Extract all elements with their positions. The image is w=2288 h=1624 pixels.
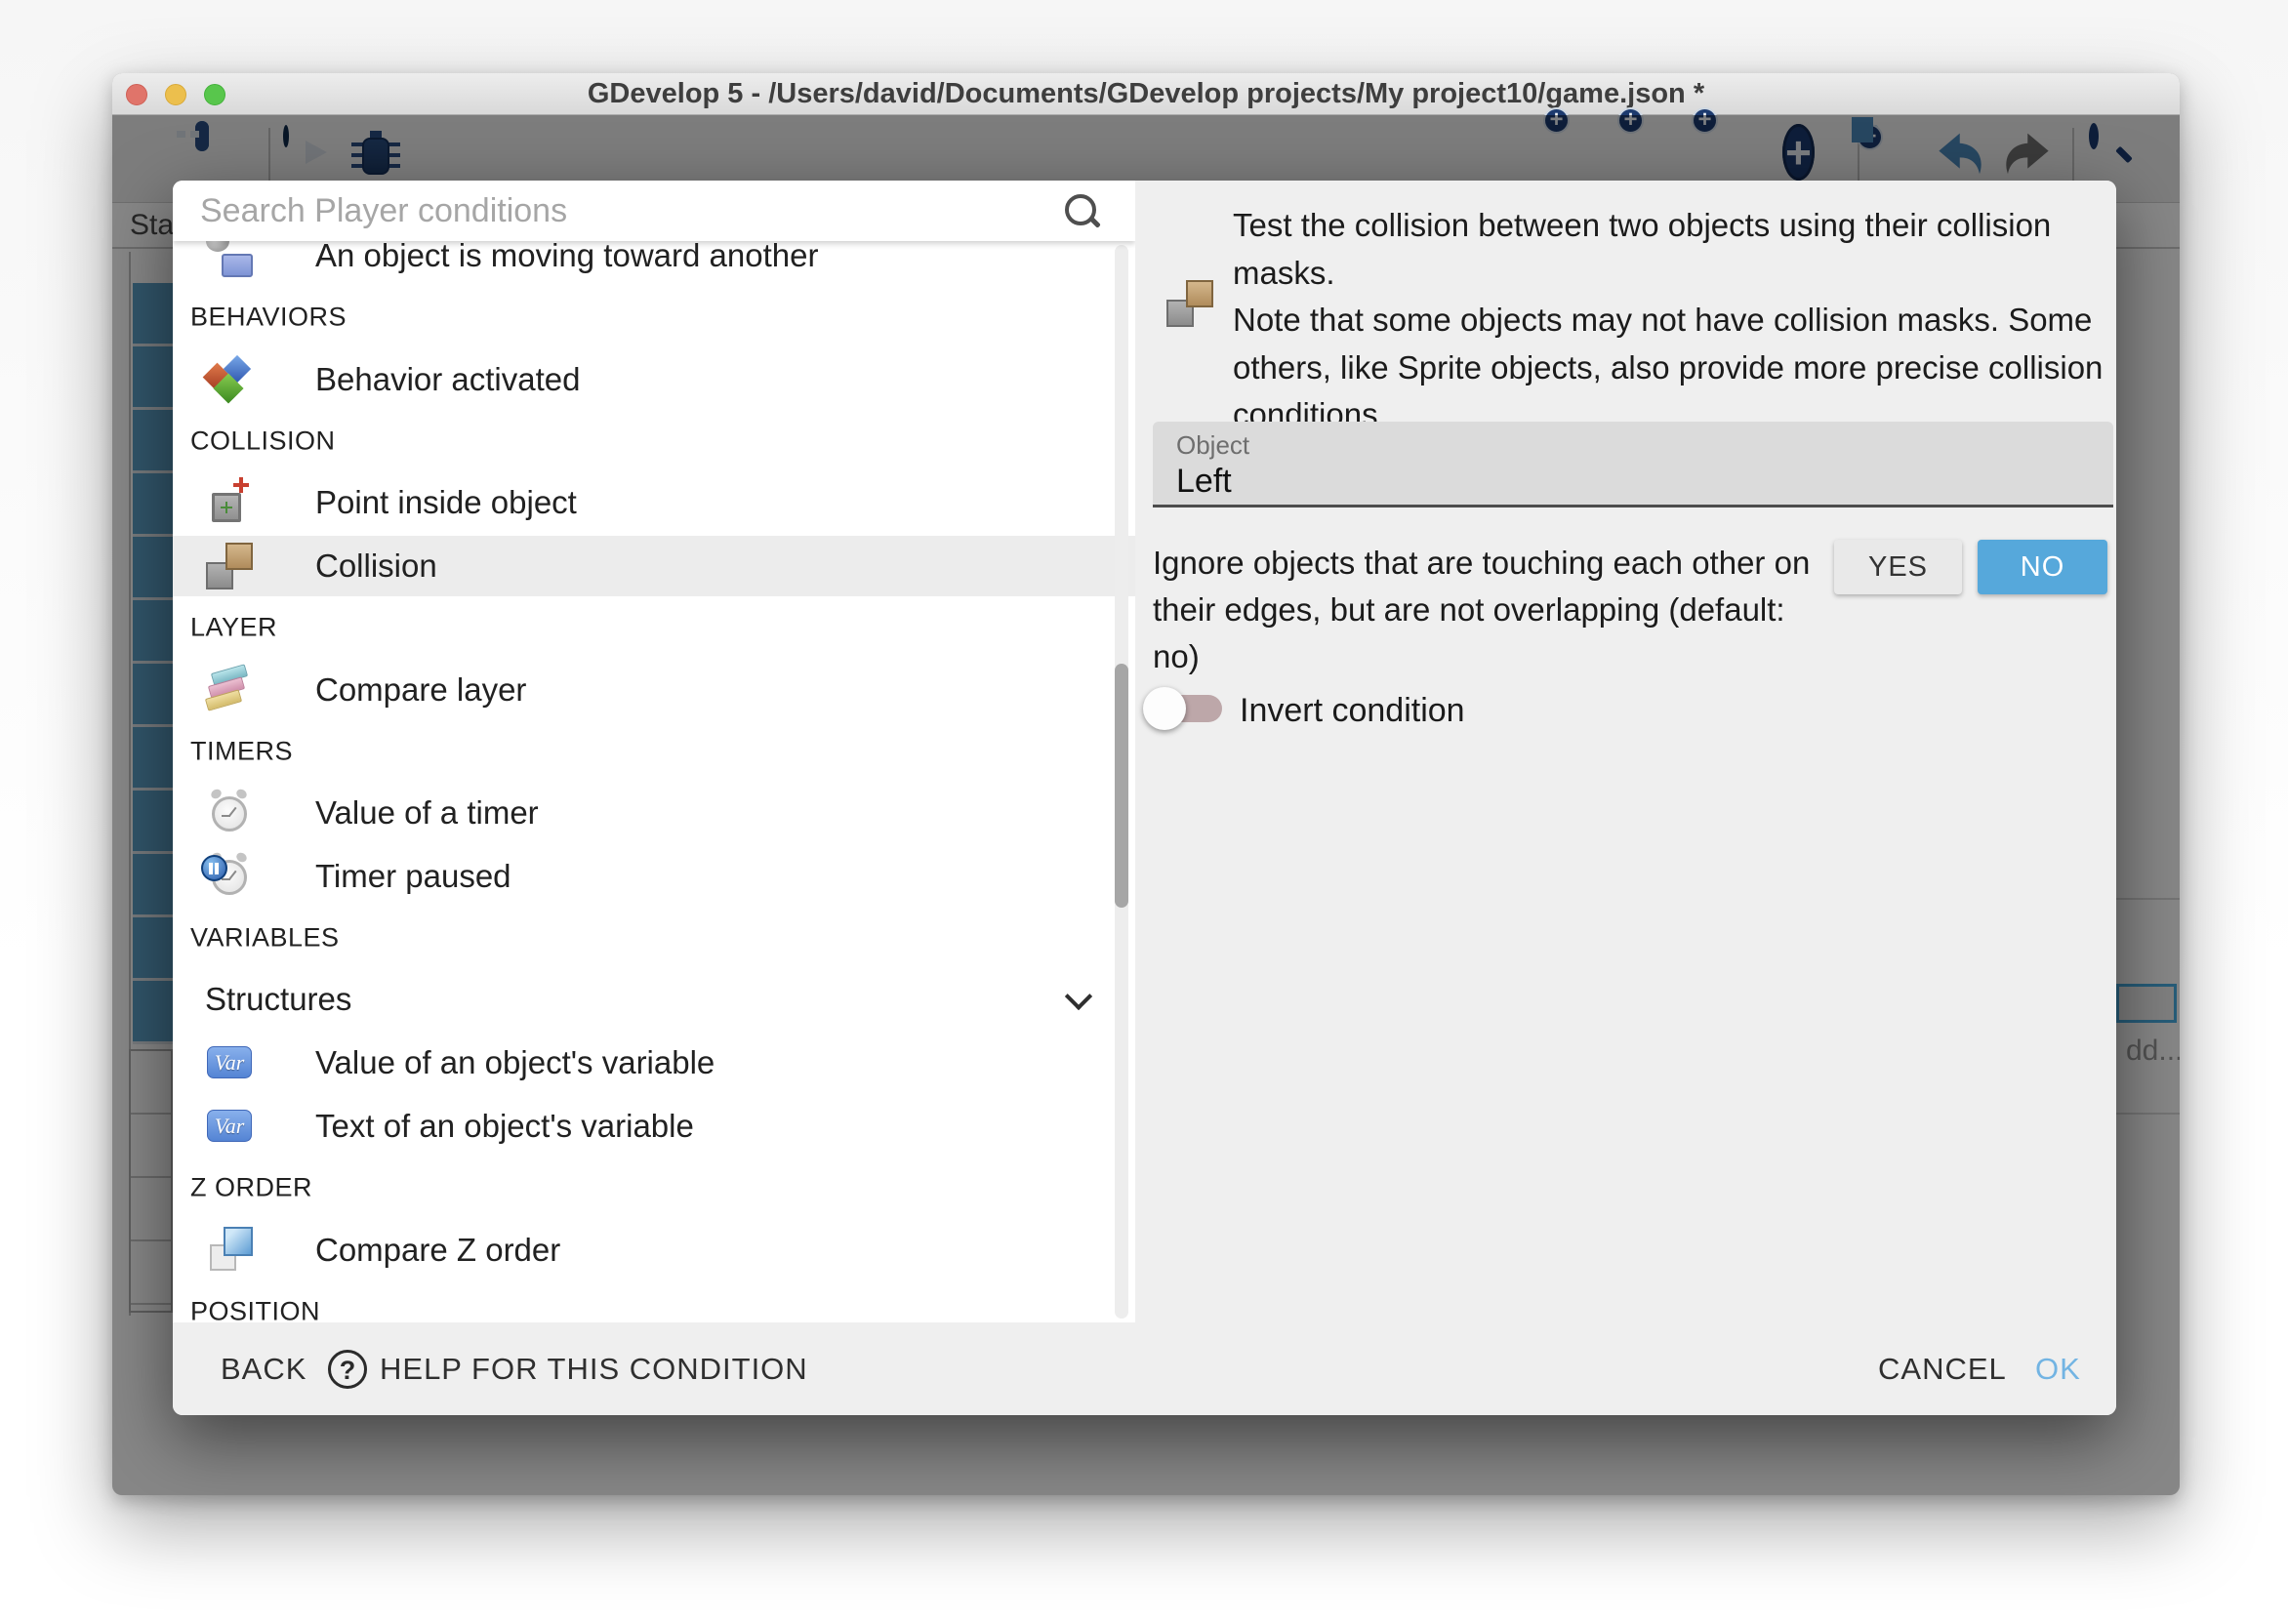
condition-list-panel: An object is moving toward another BEHAV…: [173, 181, 1135, 1322]
section-header: TIMERS: [173, 721, 1135, 782]
window-title: GDevelop 5 - /Users/david/Documents/GDev…: [112, 73, 2180, 115]
search-icon: [1063, 192, 1102, 231]
variable-icon: Var: [207, 1110, 252, 1142]
object-field-label: Object: [1176, 430, 1249, 461]
timer-icon: [204, 788, 255, 838]
no-button[interactable]: NO: [1978, 540, 2107, 594]
timer-paused-icon: [204, 851, 255, 902]
search-bar: [173, 181, 1135, 241]
list-item-selected[interactable]: Collision: [173, 536, 1135, 596]
collision-icon: [204, 541, 255, 591]
structures-group-row[interactable]: Structures: [173, 969, 1135, 1030]
behavior-icon: [204, 354, 255, 405]
help-icon[interactable]: ?: [328, 1350, 367, 1389]
section-header: POSITION: [173, 1281, 1135, 1322]
cancel-button[interactable]: CANCEL: [1878, 1322, 2007, 1415]
ignore-edges-label: Ignore objects that are touching each ot…: [1153, 540, 1817, 680]
variable-icon: Var: [207, 1046, 252, 1078]
list-item[interactable]: Var Text of an object's variable: [173, 1096, 1135, 1157]
object-field-value: Left: [1176, 463, 1232, 501]
collision-icon: [1164, 278, 1215, 329]
object-field[interactable]: Object Left: [1153, 422, 2113, 508]
section-header: BEHAVIORS: [173, 287, 1135, 347]
list-item[interactable]: Compare Z order: [173, 1220, 1135, 1280]
help-button[interactable]: HELP FOR THIS CONDITION: [380, 1322, 808, 1415]
invert-condition-toggle-thumb[interactable]: [1143, 687, 1186, 730]
back-button[interactable]: BACK: [221, 1322, 306, 1415]
chevron-down-icon: [1065, 983, 1092, 1010]
search-input[interactable]: [200, 186, 1040, 235]
list-item[interactable]: Timer paused: [173, 846, 1135, 907]
list-item[interactable]: Behavior activated: [173, 349, 1135, 410]
condition-editor-dialog: An object is moving toward another BEHAV…: [173, 181, 2116, 1415]
condition-description: Test the collision between two objects u…: [1233, 202, 2116, 439]
z-order-icon: [204, 1225, 255, 1276]
section-header: LAYER: [173, 597, 1135, 658]
list-item[interactable]: Value of a timer: [173, 783, 1135, 843]
list-item[interactable]: Point inside object: [173, 472, 1135, 533]
dialog-footer: BACK ? HELP FOR THIS CONDITION CANCEL OK: [173, 1322, 2116, 1415]
invert-condition-label: Invert condition: [1240, 692, 1465, 730]
section-header: VARIABLES: [173, 908, 1135, 968]
section-header: COLLISION: [173, 411, 1135, 471]
list-item[interactable]: Var Value of an object's variable: [173, 1033, 1135, 1093]
point-inside-object-icon: [204, 477, 255, 528]
condition-detail-panel: Test the collision between two objects u…: [1135, 181, 2116, 1322]
list-item[interactable]: Compare layer: [173, 660, 1135, 720]
section-header: Z ORDER: [173, 1157, 1135, 1218]
list-scrollbar-thumb[interactable]: [1115, 664, 1128, 908]
layers-icon: [204, 665, 255, 715]
yes-button[interactable]: YES: [1834, 540, 1962, 594]
ok-button[interactable]: OK: [2035, 1322, 2081, 1415]
screen: GDevelop 5 - /Users/david/Documents/GDev…: [0, 0, 2288, 1624]
titlebar: GDevelop 5 - /Users/david/Documents/GDev…: [112, 73, 2180, 115]
